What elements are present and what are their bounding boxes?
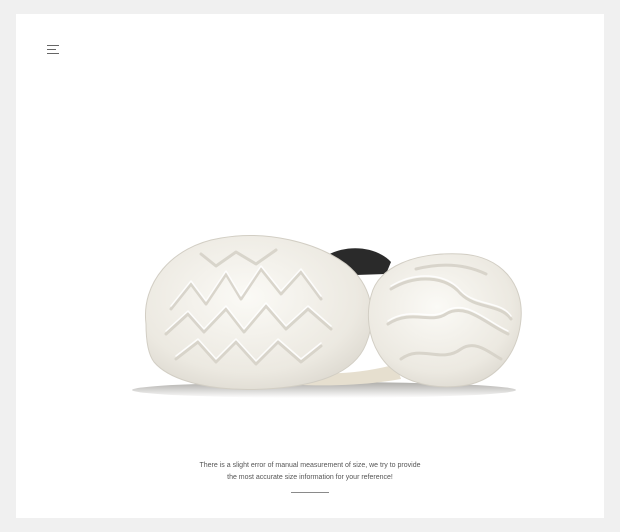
- menu-icon[interactable]: [47, 44, 61, 56]
- measurement-note-line-1: There is a slight error of manual measur…: [199, 462, 421, 469]
- product-detail-card: There is a slight error of manual measur…: [16, 14, 604, 518]
- measurement-note-line-2: the most accurate size information for y…: [227, 474, 393, 481]
- shoe-sole-image: [132, 235, 522, 398]
- measurement-note: There is a slight error of manual measur…: [16, 460, 604, 484]
- caption-divider: [291, 492, 329, 493]
